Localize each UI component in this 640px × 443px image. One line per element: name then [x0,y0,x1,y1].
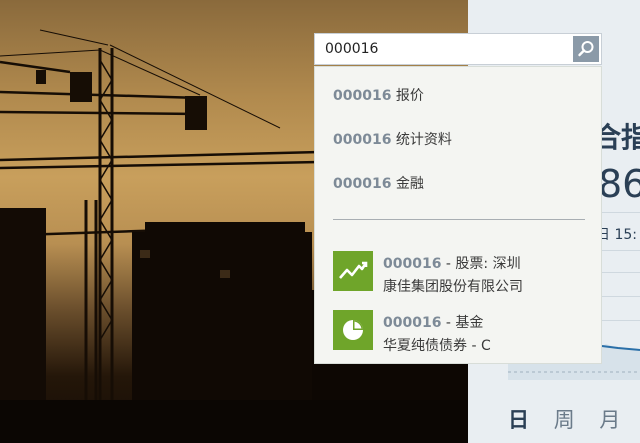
tab-day[interactable]: 日 [508,408,529,432]
dropdown-divider [333,219,585,220]
suggestion-code: 000016 [333,88,392,104]
result-title: 000016 - 股票: 深圳 [383,253,521,273]
suggestion-code: 000016 [333,176,392,192]
result-code: 000016 [383,315,442,331]
result-name: 华夏纯债债券 - C [383,338,491,354]
pie-chart-icon [343,320,363,340]
result-type: - 股票: 深圳 [441,256,521,272]
search-input[interactable] [315,34,571,64]
result-type: - 基金 [441,315,484,331]
index-timestamp: 日 15: [596,227,637,243]
tab-month[interactable]: 月 [599,408,620,432]
result-title: 000016 - 基金 [383,312,483,332]
result-fund[interactable]: 000016 - 基金 华夏纯债债券 - C [333,310,593,354]
index-value: 86 [598,162,640,206]
search-box [314,33,602,65]
line-chart-icon [339,261,368,279]
suggestion-quote[interactable]: 000016 报价 [333,85,424,105]
search-button[interactable] [573,36,599,62]
result-tile [333,310,373,350]
result-code: 000016 [383,256,442,272]
result-tile [333,251,373,291]
suggestion-code: 000016 [333,132,392,148]
range-tabs: 日 周 月 1 [508,404,640,434]
result-stock[interactable]: 000016 - 股票: 深圳 康佳集团股份有限公司 [333,251,593,295]
suggestion-label: 统计资料 [395,132,452,148]
suggestion-label: 金融 [395,176,424,192]
suggestion-label: 报价 [395,88,424,104]
suggestion-finance[interactable]: 000016 金融 [333,173,424,193]
search-suggestions: 000016 报价 000016 统计资料 000016 金融 000016 -… [314,66,602,364]
suggestion-statistics[interactable]: 000016 统计资料 [333,129,452,149]
result-name: 康佳集团股份有限公司 [383,279,523,295]
search-icon [578,41,594,57]
tab-week[interactable]: 周 [554,408,575,432]
